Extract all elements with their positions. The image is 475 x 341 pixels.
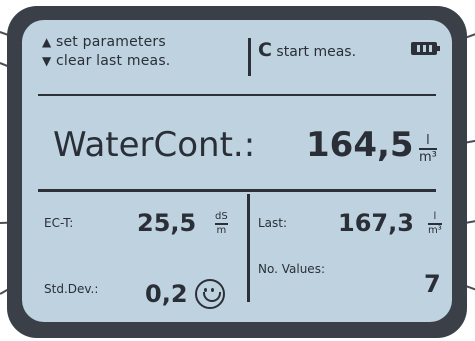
set-parameters-hint[interactable]: ▲ set parameters [42,34,166,50]
restart-icon: C [258,39,272,61]
battery-full-icon [411,42,440,55]
last-value: 167,3 [338,209,414,237]
std-dev-value: 0,2 [145,280,188,308]
ec-label: EC-T: [44,216,74,230]
last-unit: l m³ [428,211,442,236]
count-value: 7 [424,270,441,298]
header-divider [248,38,251,76]
ec-value: 25,5 [137,209,197,237]
smiley-icon [195,279,225,309]
main-unit: l m³ [419,133,437,165]
header-separator [38,94,436,96]
clear-last-hint[interactable]: ▼ clear last meas. [42,53,170,69]
ec-unit: dS m [215,211,228,236]
count-label: No. Values: [258,262,325,276]
up-arrow-icon: ▲ [42,35,52,49]
last-label: Last: [258,216,288,230]
main-value: 164,5 [306,125,414,165]
std-dev-label: Std.Dev.: [44,282,99,296]
start-meas-button[interactable]: C start meas. [258,39,356,61]
main-separator [38,189,436,192]
main-label: WaterCont.: [53,125,256,165]
panel-divider [247,194,250,302]
down-arrow-icon: ▼ [42,54,52,68]
